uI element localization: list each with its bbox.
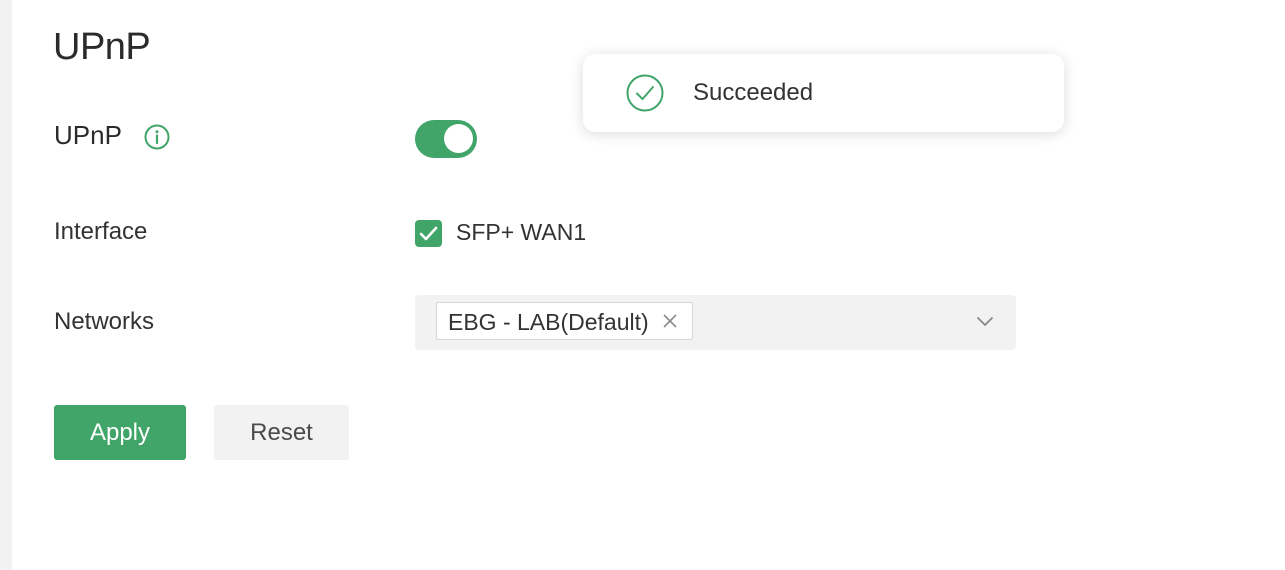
success-toast: Succeeded — [583, 54, 1064, 132]
upnp-toggle[interactable] — [415, 120, 477, 158]
reset-button[interactable]: Reset — [214, 405, 349, 460]
apply-button[interactable]: Apply — [54, 405, 186, 460]
check-circle-icon — [626, 74, 664, 112]
interface-checkbox[interactable] — [415, 220, 442, 247]
toggle-knob — [444, 124, 473, 153]
interface-option-label[interactable]: SFP+ WAN1 — [456, 219, 586, 246]
upnp-label: UPnP — [54, 120, 122, 150]
network-tag: EBG - LAB(Default) — [436, 302, 693, 340]
page-title: UPnP — [53, 26, 151, 68]
interface-label: Interface — [54, 218, 148, 245]
close-icon[interactable] — [662, 313, 678, 329]
toast-message: Succeeded — [693, 79, 814, 106]
networks-label: Networks — [54, 308, 155, 335]
chevron-down-icon[interactable] — [976, 315, 994, 329]
left-rail — [0, 0, 12, 570]
network-tag-label: EBG - LAB(Default) — [448, 309, 649, 335]
info-icon[interactable] — [143, 123, 171, 151]
networks-select[interactable]: EBG - LAB(Default) — [415, 295, 1016, 350]
